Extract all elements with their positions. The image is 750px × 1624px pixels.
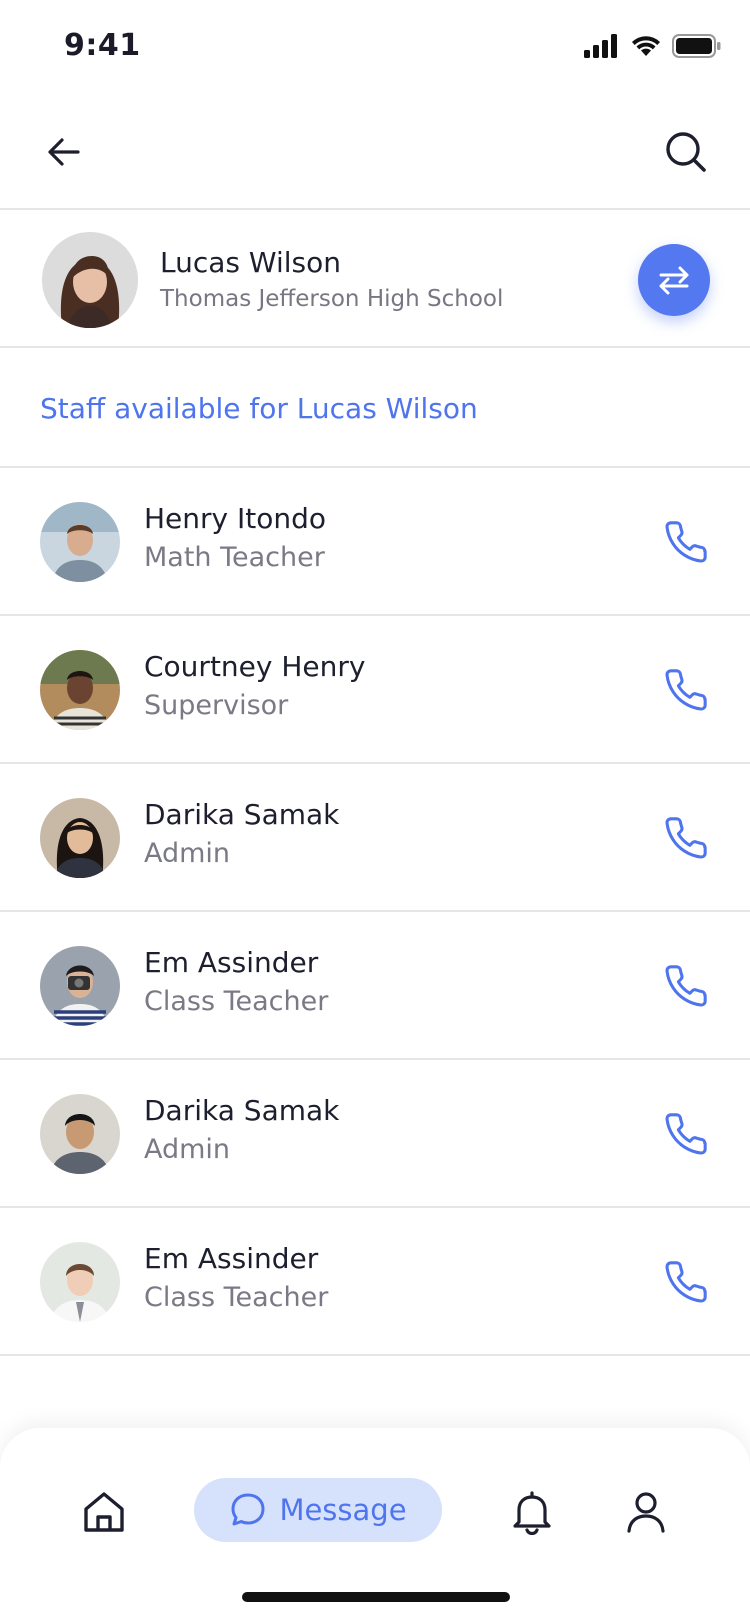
avatar <box>40 1242 120 1322</box>
nav-notifications[interactable] <box>504 1484 560 1540</box>
user-icon <box>627 1492 665 1533</box>
nav-home[interactable] <box>76 1484 132 1540</box>
call-button[interactable] <box>658 1106 714 1162</box>
home-indicator <box>242 1592 510 1602</box>
call-button[interactable] <box>658 958 714 1014</box>
section-title: Staff available for Lucas Wilson <box>40 392 478 425</box>
bell-icon <box>513 1491 551 1535</box>
phone-icon <box>665 817 707 859</box>
home-icon <box>84 1492 124 1532</box>
staff-role: Class Teacher <box>144 986 329 1017</box>
status-bar: 9:41 <box>0 0 750 90</box>
avatar <box>40 650 120 730</box>
list-item[interactable]: Darika Samak Admin <box>0 1060 750 1208</box>
arrow-left-icon <box>48 138 80 166</box>
list-item[interactable]: Em Assinder Class Teacher <box>0 1208 750 1356</box>
status-icons <box>584 32 722 60</box>
phone-icon <box>665 1261 707 1303</box>
staff-role: Math Teacher <box>144 542 325 573</box>
avatar <box>40 502 120 582</box>
staff-name: Courtney Henry <box>144 650 366 683</box>
staff-role: Admin <box>144 1134 231 1165</box>
staff-name: Em Assinder <box>144 946 319 979</box>
staff-name: Darika Samak <box>144 1094 340 1127</box>
nav-message[interactable]: Message <box>194 1478 442 1542</box>
signal-icon <box>584 34 617 58</box>
list-item[interactable]: Em Assinder Class Teacher <box>0 912 750 1060</box>
search-icon <box>666 132 706 172</box>
avatar <box>40 946 120 1026</box>
switch-student-button[interactable] <box>638 244 710 316</box>
staff-name: Em Assinder <box>144 1242 319 1275</box>
phone-icon <box>665 1113 707 1155</box>
call-button[interactable] <box>658 662 714 718</box>
search-button[interactable] <box>658 124 714 180</box>
phone-icon <box>665 669 707 711</box>
list-item[interactable]: Darika Samak Admin <box>0 764 750 912</box>
nav-profile[interactable] <box>618 1484 674 1540</box>
staff-name: Henry Itondo <box>144 502 327 535</box>
nav-message-label: Message <box>279 1493 407 1527</box>
staff-role: Admin <box>144 838 231 869</box>
phone-icon <box>665 965 707 1007</box>
student-card: Lucas Wilson Thomas Jefferson High Schoo… <box>0 210 750 348</box>
staff-role: Supervisor <box>144 690 289 721</box>
student-school: Thomas Jefferson High School <box>160 286 504 312</box>
battery-icon <box>672 34 721 58</box>
call-button[interactable] <box>658 514 714 570</box>
staff-name: Darika Samak <box>144 798 340 831</box>
status-time: 9:41 <box>64 28 141 63</box>
avatar <box>40 1094 120 1174</box>
back-button[interactable] <box>36 124 92 180</box>
avatar <box>42 232 138 328</box>
section-header: Staff available for Lucas Wilson <box>0 348 750 468</box>
staff-list: Henry Itondo Math Teacher Courtney Henry… <box>0 468 750 1356</box>
chat-icon <box>231 1493 265 1526</box>
list-item[interactable]: Henry Itondo Math Teacher <box>0 468 750 616</box>
student-name: Lucas Wilson <box>160 246 341 279</box>
avatar <box>40 798 120 878</box>
app-header <box>0 90 750 210</box>
list-item[interactable]: Courtney Henry Supervisor <box>0 616 750 764</box>
phone-icon <box>665 521 707 563</box>
staff-role: Class Teacher <box>144 1282 329 1313</box>
wifi-icon <box>632 36 660 56</box>
call-button[interactable] <box>658 810 714 866</box>
swap-icon <box>659 266 689 295</box>
call-button[interactable] <box>658 1254 714 1310</box>
